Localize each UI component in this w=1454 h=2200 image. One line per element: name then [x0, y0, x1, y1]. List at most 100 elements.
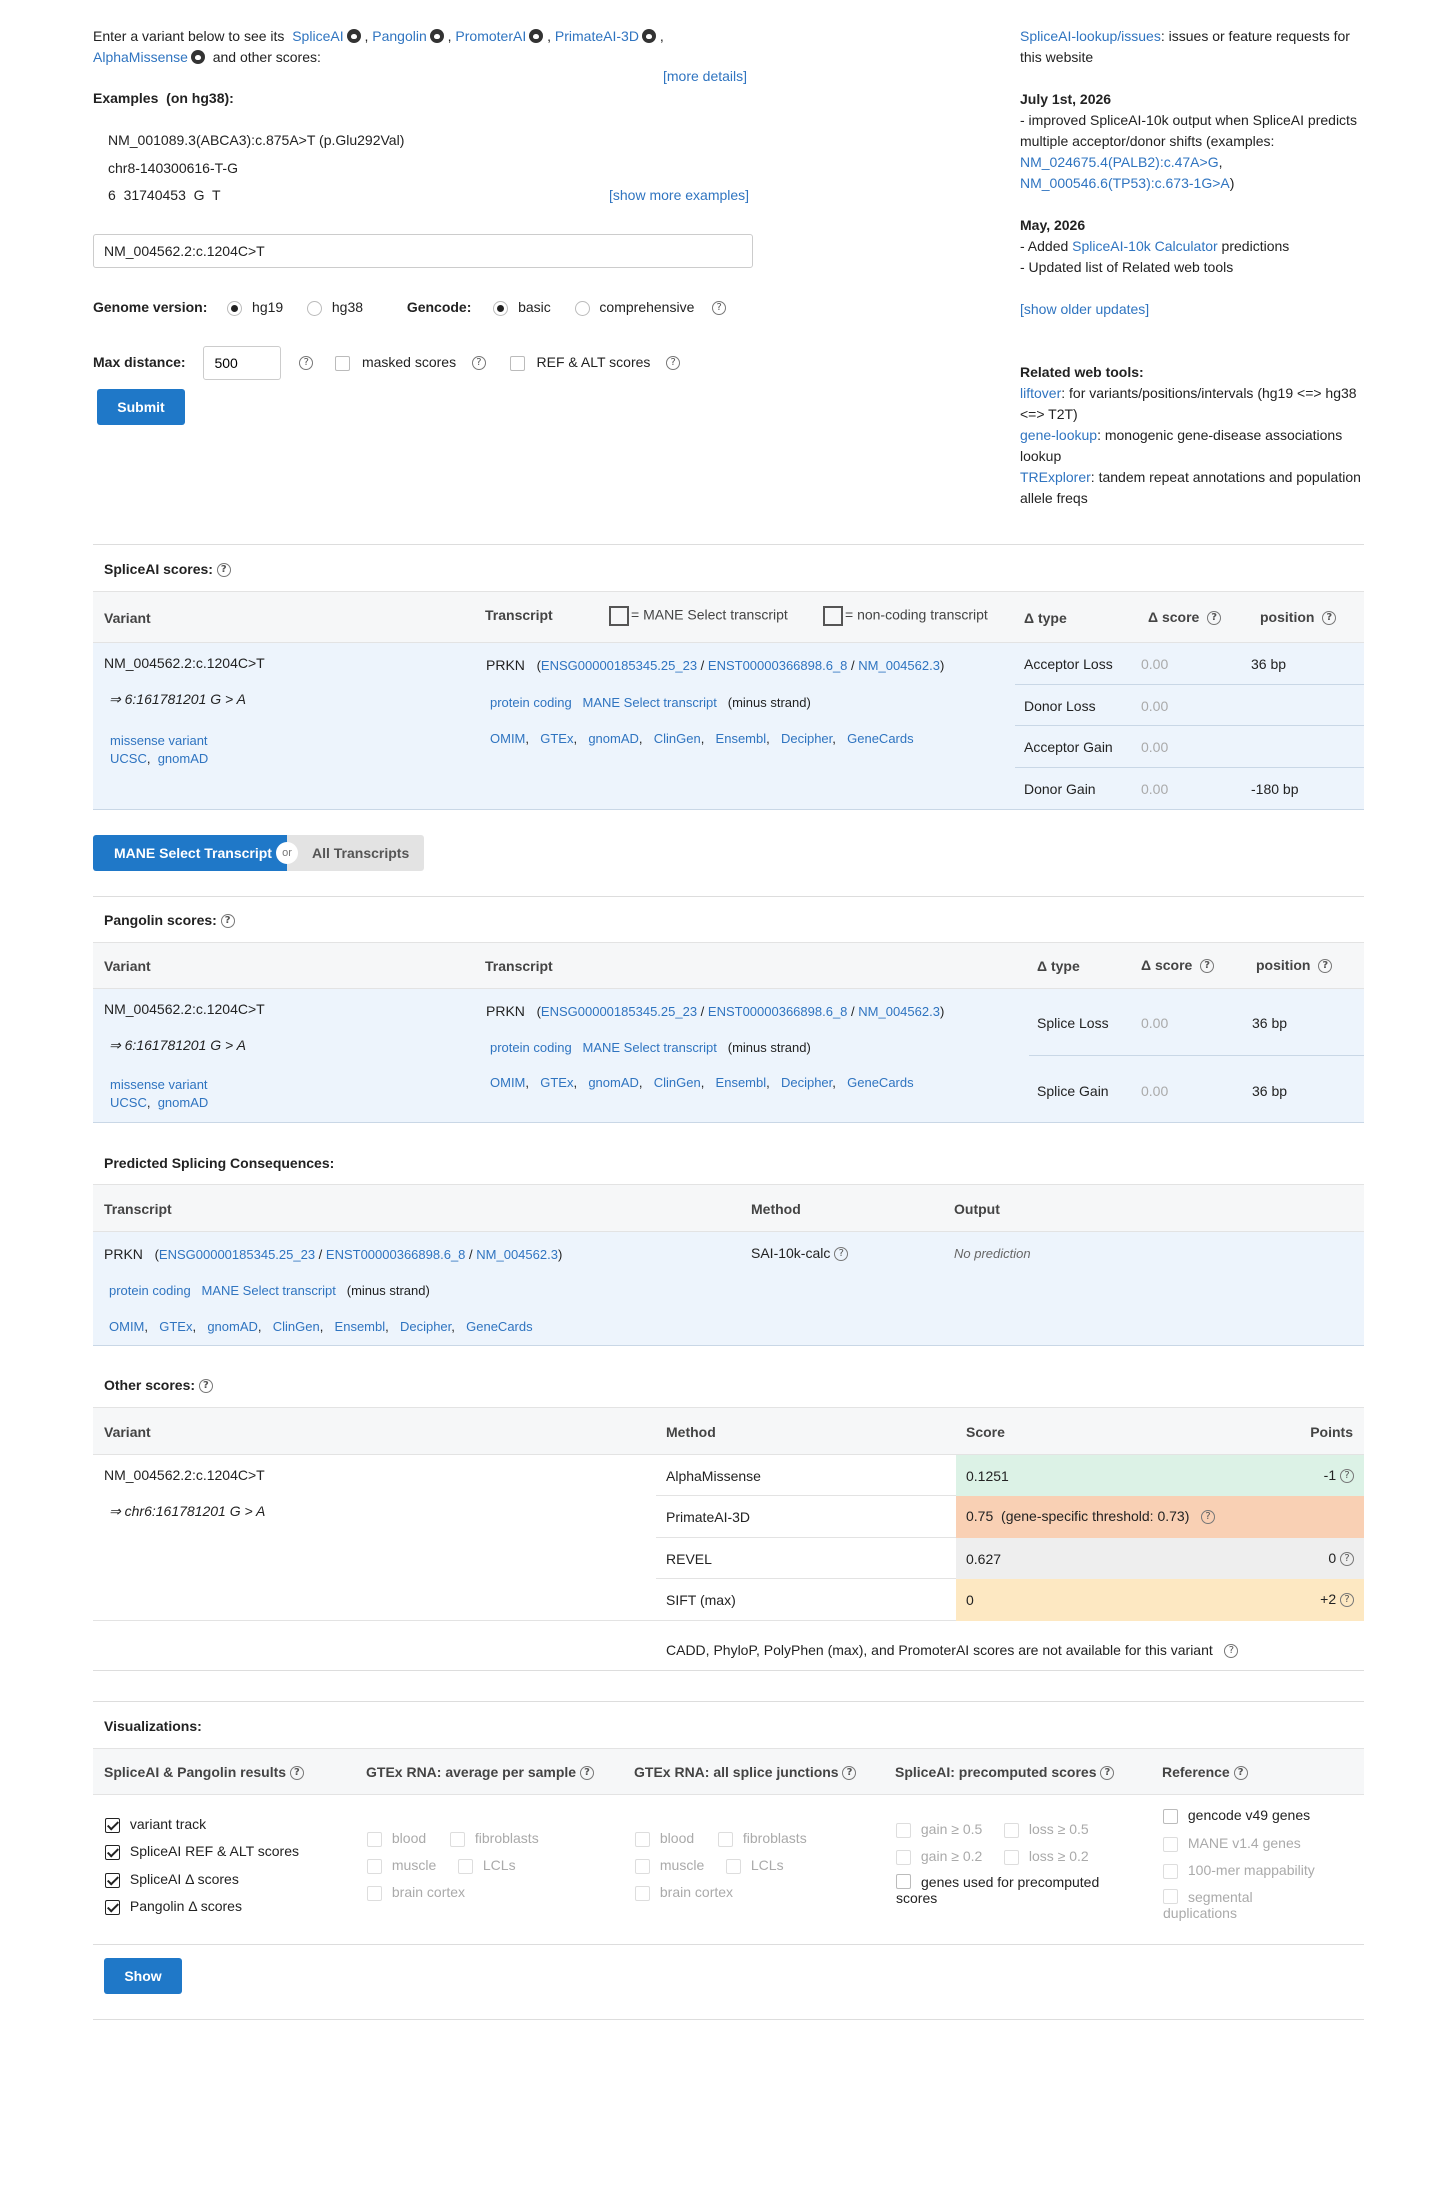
- gtex-brain-checkbox[interactable]: [367, 1885, 382, 1901]
- protein-coding-link[interactable]: protein coding: [109, 1283, 191, 1298]
- mane-select-link[interactable]: MANE Select transcript: [202, 1283, 336, 1298]
- gain-02-checkbox[interactable]: [896, 1849, 911, 1865]
- junction-blood-checkbox[interactable]: [635, 1831, 650, 1847]
- help-icon[interactable]: ?: [1200, 959, 1215, 974]
- enst-link[interactable]: ENST00000366898.6_8: [708, 1004, 848, 1019]
- github-icon[interactable]: [346, 29, 361, 43]
- enst-link[interactable]: ENST00000366898.6_8: [708, 658, 848, 673]
- mappability-checkbox[interactable]: [1163, 1863, 1178, 1879]
- github-icon[interactable]: [429, 29, 444, 43]
- gnomad-gene-link[interactable]: gnomAD: [588, 731, 639, 746]
- ucsc-link[interactable]: UCSC: [110, 751, 147, 766]
- mane-select-link[interactable]: MANE Select transcript: [583, 1040, 717, 1055]
- help-icon[interactable]: ?: [712, 301, 727, 316]
- viz-option[interactable]: brain cortex: [635, 1884, 733, 1901]
- gtex-fibroblasts-checkbox[interactable]: [450, 1831, 465, 1847]
- ensg-link[interactable]: ENSG00000185345.25_23: [159, 1247, 315, 1262]
- example-link-tp53[interactable]: NM_000546.6(TP53):c.673-1G>A: [1020, 175, 1230, 191]
- genome-hg38-radio[interactable]: [306, 300, 322, 316]
- github-icon[interactable]: [529, 29, 544, 43]
- nm-link[interactable]: NM_004562.3: [476, 1247, 558, 1262]
- github-icon[interactable]: [190, 50, 205, 64]
- gain-05-checkbox[interactable]: [896, 1822, 911, 1838]
- junction-muscle-checkbox[interactable]: [635, 1858, 650, 1874]
- clingen-link[interactable]: ClinGen: [273, 1319, 320, 1334]
- variant-search-input[interactable]: [93, 234, 753, 268]
- mane-genes-checkbox[interactable]: [1163, 1836, 1178, 1852]
- help-icon[interactable]: ?: [198, 1379, 213, 1394]
- link-pangolin[interactable]: Pangolin: [372, 28, 427, 44]
- viz-option[interactable]: loss ≥ 0.2: [1004, 1848, 1089, 1865]
- help-icon[interactable]: ?: [1322, 611, 1337, 626]
- omim-link[interactable]: OMIM: [490, 731, 525, 746]
- ensembl-link[interactable]: Ensembl: [716, 731, 767, 746]
- clingen-link[interactable]: ClinGen: [654, 1075, 701, 1090]
- gnomad-link[interactable]: gnomAD: [158, 1095, 209, 1110]
- gtex-muscle-checkbox[interactable]: [367, 1858, 382, 1874]
- enst-link[interactable]: ENST00000366898.6_8: [326, 1247, 466, 1262]
- help-icon[interactable]: ?: [666, 356, 681, 371]
- genes-precomputed-checkbox[interactable]: [896, 1874, 911, 1889]
- calculator-link[interactable]: SpliceAI-10k Calculator: [1072, 238, 1218, 254]
- viz-option[interactable]: gencode v49 genes: [1163, 1807, 1310, 1824]
- example-item[interactable]: chr8-140300616-T-G: [108, 160, 238, 176]
- spliceai-delta-checkbox[interactable]: [105, 1872, 120, 1888]
- clingen-link[interactable]: ClinGen: [654, 731, 701, 746]
- genome-hg19-radio[interactable]: [227, 300, 243, 316]
- decipher-link[interactable]: Decipher: [781, 1075, 832, 1090]
- genecards-link[interactable]: GeneCards: [847, 731, 913, 746]
- viz-option[interactable]: MANE v1.4 genes: [1163, 1835, 1301, 1852]
- omim-link[interactable]: OMIM: [109, 1319, 144, 1334]
- viz-option[interactable]: Pangolin Δ scores: [105, 1898, 242, 1915]
- help-icon[interactable]: ?: [834, 1247, 849, 1262]
- issues-link[interactable]: SpliceAI-lookup/issues: [1020, 28, 1161, 44]
- gencode-genes-checkbox[interactable]: [1163, 1808, 1178, 1824]
- viz-option[interactable]: fibroblasts: [718, 1830, 807, 1847]
- loss-02-checkbox[interactable]: [1004, 1849, 1019, 1865]
- missense-link[interactable]: missense variant: [110, 1077, 208, 1092]
- show-older-updates-link[interactable]: [show older updates]: [1020, 301, 1149, 317]
- gtex-blood-checkbox[interactable]: [367, 1831, 382, 1847]
- gnomad-link[interactable]: gnomAD: [158, 751, 209, 766]
- viz-option[interactable]: SpliceAI Δ scores: [105, 1871, 239, 1888]
- help-icon[interactable]: ?: [1233, 1766, 1248, 1781]
- help-icon[interactable]: ?: [1340, 1593, 1354, 1608]
- genecards-link[interactable]: GeneCards: [847, 1075, 913, 1090]
- viz-option[interactable]: blood: [367, 1830, 426, 1847]
- gencode-basic-radio[interactable]: [493, 300, 509, 316]
- viz-option[interactable]: SpliceAI REF & ALT scores: [105, 1843, 299, 1860]
- viz-option[interactable]: LCLs: [726, 1857, 784, 1874]
- gtex-link[interactable]: GTEx: [540, 731, 573, 746]
- missense-link[interactable]: missense variant: [110, 733, 208, 748]
- ensembl-link[interactable]: Ensembl: [716, 1075, 767, 1090]
- nm-link[interactable]: NM_004562.3: [858, 658, 940, 673]
- viz-option[interactable]: fibroblasts: [450, 1830, 539, 1847]
- viz-option[interactable]: segmental duplications: [1163, 1889, 1293, 1921]
- liftover-link[interactable]: liftover: [1020, 385, 1061, 401]
- viz-option[interactable]: genes used for precomputed scores: [896, 1874, 1126, 1906]
- link-alphamissense[interactable]: AlphaMissense: [93, 49, 188, 65]
- max-distance-input[interactable]: [203, 346, 282, 381]
- gtex-link[interactable]: GTEx: [540, 1075, 573, 1090]
- ensg-link[interactable]: ENSG00000185345.25_23: [541, 658, 697, 673]
- segdup-checkbox[interactable]: [1163, 1889, 1178, 1904]
- gnomad-gene-link[interactable]: gnomAD: [207, 1319, 258, 1334]
- mane-select-toggle-button[interactable]: MANE Select Transcript: [93, 835, 287, 871]
- mane-select-link[interactable]: MANE Select transcript: [583, 695, 717, 710]
- show-more-examples-link[interactable]: [show more examples]: [609, 187, 749, 203]
- example-link-palb2[interactable]: NM_024675.4(PALB2):c.47A>G: [1020, 154, 1219, 170]
- decipher-link[interactable]: Decipher: [781, 731, 832, 746]
- viz-option[interactable]: gain ≥ 0.2: [896, 1848, 982, 1865]
- loss-05-checkbox[interactable]: [1004, 1822, 1019, 1838]
- spliceai-ref-alt-checkbox[interactable]: [105, 1844, 120, 1860]
- viz-option[interactable]: LCLs: [458, 1857, 516, 1874]
- genecards-link[interactable]: GeneCards: [466, 1319, 532, 1334]
- protein-coding-link[interactable]: protein coding: [490, 695, 572, 710]
- viz-option[interactable]: 100-mer mappability: [1163, 1862, 1315, 1879]
- junction-fibroblasts-checkbox[interactable]: [718, 1831, 733, 1847]
- pangolin-delta-checkbox[interactable]: [105, 1899, 120, 1915]
- example-item[interactable]: 6 31740453 G T: [108, 187, 221, 203]
- ensembl-link[interactable]: Ensembl: [335, 1319, 386, 1334]
- viz-option[interactable]: brain cortex: [367, 1884, 465, 1901]
- help-icon[interactable]: ?: [216, 563, 231, 578]
